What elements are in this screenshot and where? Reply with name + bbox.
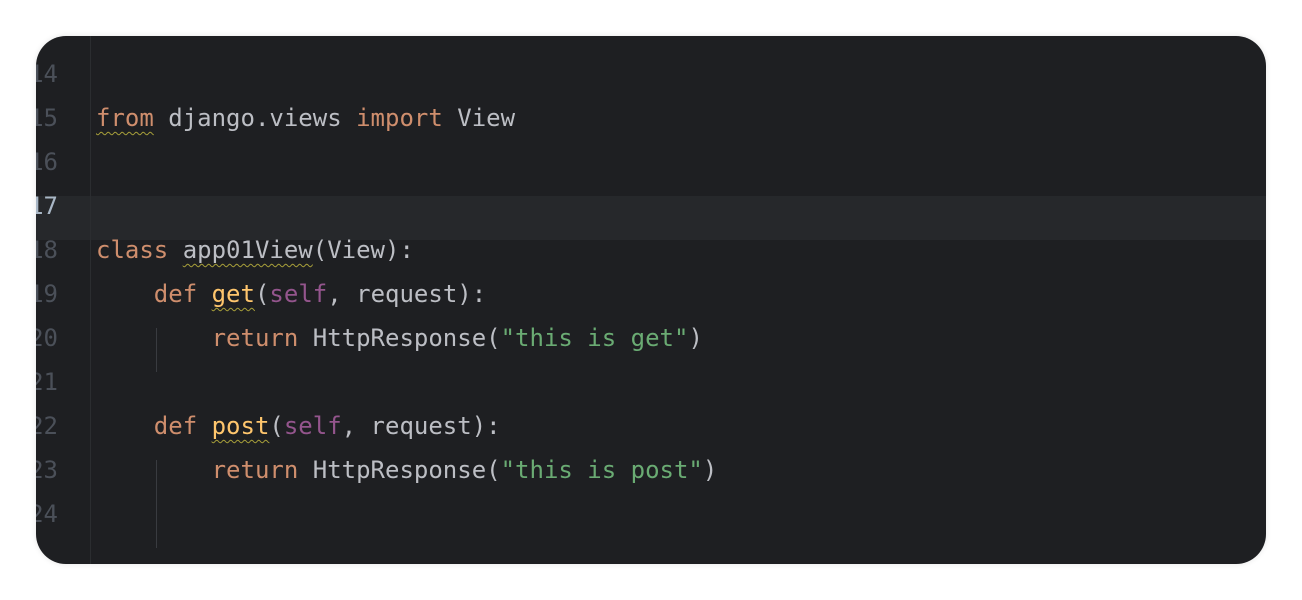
code-token: , request): bbox=[327, 280, 487, 308]
code-token: return bbox=[211, 456, 299, 484]
line-number: 15 bbox=[36, 104, 58, 132]
code-line[interactable]: 17 bbox=[36, 184, 1266, 228]
code-token: get bbox=[211, 280, 255, 308]
line-content: def get(self, request): bbox=[96, 272, 486, 316]
code-line[interactable]: 22 def post(self, request): bbox=[36, 404, 1266, 448]
code-token: self bbox=[269, 280, 328, 308]
line-number: 20 bbox=[36, 324, 58, 352]
code-line[interactable]: 18 class app01View(View): bbox=[36, 228, 1266, 272]
line-number: 24 bbox=[36, 500, 58, 528]
code-token: , request): bbox=[341, 412, 501, 440]
code-line[interactable]: 23 return HttpResponse("this is post") bbox=[36, 448, 1266, 492]
code-token: ) bbox=[688, 324, 703, 352]
code-token: self bbox=[283, 412, 342, 440]
code-token: ( bbox=[254, 280, 270, 308]
code-token: class bbox=[96, 236, 169, 264]
code-token: app01View bbox=[182, 236, 313, 264]
line-number: 14 bbox=[36, 60, 58, 88]
code-token: def bbox=[153, 280, 198, 308]
line-number: 22 bbox=[36, 412, 58, 440]
line-number: 23 bbox=[36, 456, 58, 484]
code-token: HttpResponse( bbox=[298, 324, 501, 352]
code-token: "this is get" bbox=[500, 324, 689, 352]
line-number: 18 bbox=[36, 236, 58, 264]
code-area[interactable]: 13 14 15 from django.views import View 16 17 1… bbox=[36, 36, 1266, 564]
line-number: 19 bbox=[36, 280, 58, 308]
code-token: ) bbox=[702, 456, 718, 484]
code-token: django.views bbox=[153, 104, 357, 132]
code-token: (View): bbox=[312, 236, 414, 264]
code-token: def bbox=[153, 412, 198, 440]
code-line[interactable]: 15 from django.views import View bbox=[36, 96, 1266, 140]
line-content: class app01View(View): bbox=[96, 228, 414, 272]
code-token: HttpResponse( bbox=[298, 456, 501, 484]
code-token: "this is post" bbox=[500, 456, 703, 484]
line-number: 21 bbox=[36, 368, 58, 396]
code-line[interactable]: 19 def get(self, request): bbox=[36, 272, 1266, 316]
line-content: def post(self, request): bbox=[96, 404, 501, 448]
code-token: return bbox=[211, 324, 299, 352]
code-line[interactable]: 24 bbox=[36, 492, 1266, 536]
code-editor[interactable]: 13 14 15 from django.views import View 16 17 1… bbox=[36, 36, 1266, 564]
line-number: 13 bbox=[36, 36, 58, 52]
code-token: ( bbox=[269, 412, 284, 440]
code-token: View bbox=[442, 104, 516, 132]
line-content: return HttpResponse("this is get") bbox=[96, 316, 703, 360]
code-line[interactable]: 16 bbox=[36, 140, 1266, 184]
code-line[interactable]: 21 bbox=[36, 360, 1266, 404]
code-line[interactable]: 13 bbox=[36, 36, 1266, 52]
line-number: 17 bbox=[36, 192, 58, 220]
code-line[interactable]: 20 return HttpResponse("this is get") bbox=[36, 316, 1266, 360]
code-token: import bbox=[356, 104, 443, 132]
line-content: return HttpResponse("this is post") bbox=[96, 448, 718, 492]
line-number: 16 bbox=[36, 148, 58, 176]
code-token: from bbox=[96, 104, 154, 132]
code-line[interactable]: 14 bbox=[36, 52, 1266, 96]
line-content: from django.views import View bbox=[96, 96, 515, 140]
code-token: post bbox=[211, 412, 270, 440]
